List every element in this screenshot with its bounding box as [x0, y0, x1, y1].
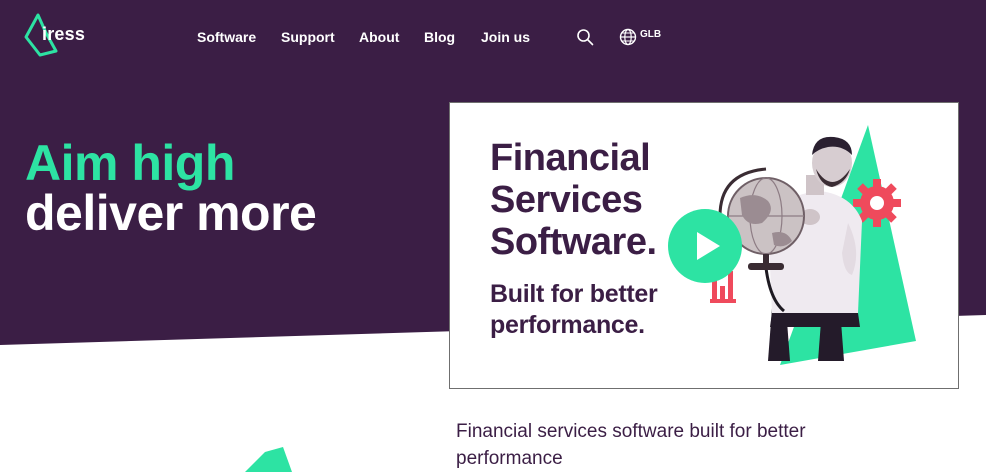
- nav-blog[interactable]: Blog: [424, 29, 455, 45]
- nav-join-us[interactable]: Join us: [481, 29, 530, 45]
- video-title-line: Financial: [490, 137, 651, 179]
- video-title: Financial Services Software.: [490, 137, 657, 263]
- headline-line-1: Aim high: [25, 135, 235, 191]
- nav-software[interactable]: Software: [197, 29, 256, 45]
- headline-line-2: deliver more: [25, 185, 317, 241]
- video-title-line: Software.: [490, 221, 657, 263]
- video-subtitle: Built for better performance.: [490, 279, 658, 341]
- video-thumbnail[interactable]: Financial Services Software. Built for b…: [449, 102, 959, 389]
- video-title-line: Services: [490, 179, 643, 221]
- search-icon[interactable]: [576, 28, 594, 46]
- video-description: Financial services software built for be…: [456, 421, 806, 469]
- region-selector[interactable]: GLB: [640, 29, 661, 40]
- globe-icon[interactable]: [619, 28, 637, 46]
- nav-about[interactable]: About: [359, 29, 399, 45]
- iress-logo[interactable]: iress: [24, 13, 94, 57]
- video-subtitle-line: Built for better: [490, 280, 658, 308]
- hero-headline: Aim high deliver more: [25, 135, 317, 241]
- logo-text: iress: [42, 24, 86, 44]
- nav-support[interactable]: Support: [281, 29, 335, 45]
- play-icon: [697, 232, 720, 260]
- video-subtitle-line: performance.: [490, 311, 645, 339]
- play-button[interactable]: [668, 209, 742, 283]
